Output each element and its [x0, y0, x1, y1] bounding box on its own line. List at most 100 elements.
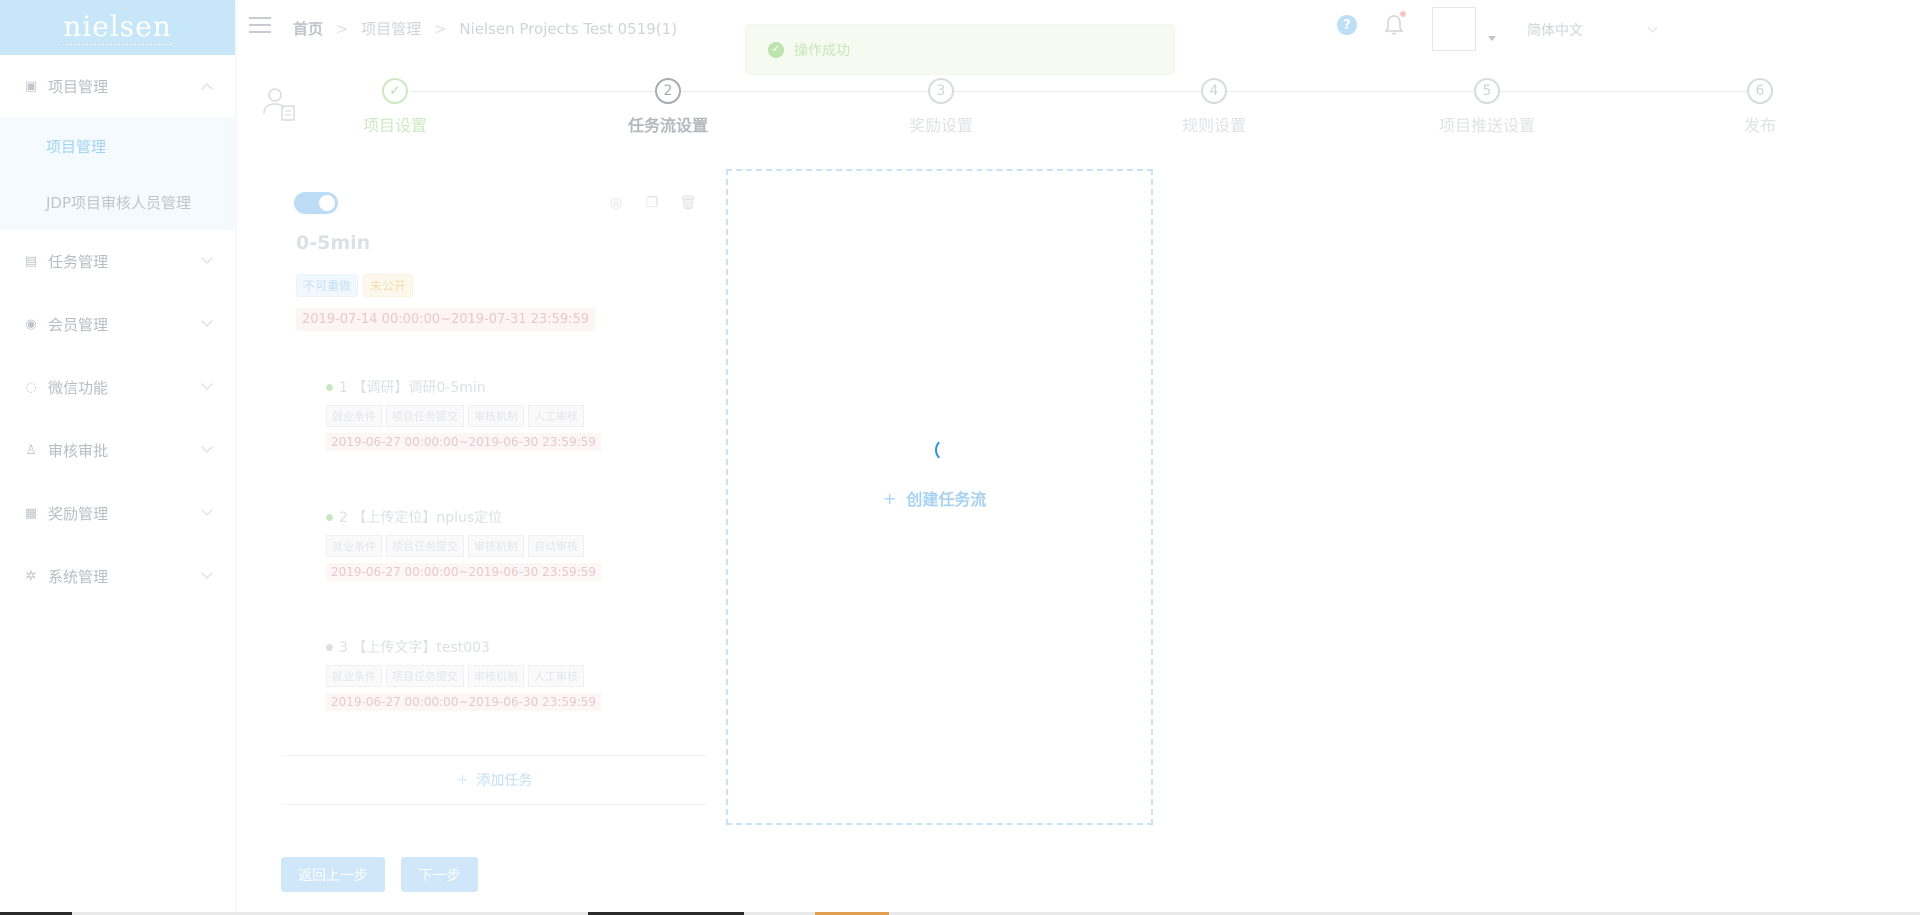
menu-rewards[interactable]: ▦ 奖励管理 — [0, 482, 235, 545]
step-rule-settings[interactable]: 4 规则设置 — [1134, 78, 1294, 136]
create-task-flow-label[interactable]: + 创建任务流 — [883, 486, 986, 510]
chevron-down-icon — [201, 567, 213, 579]
task-chip: 就业条件 — [326, 405, 382, 427]
menu-member-management[interactable]: ◉ 会员管理 — [0, 293, 235, 356]
toast-message: 操作成功 — [794, 42, 850, 59]
step-label: 规则设置 — [1181, 116, 1246, 135]
gear-icon: ✲ — [25, 569, 37, 584]
breadcrumb-project-management[interactable]: 项目管理 — [361, 20, 421, 38]
plus-icon: + — [456, 772, 469, 788]
nielsen-logo[interactable]: nielsen — [0, 0, 235, 55]
avatar[interactable] — [1432, 7, 1476, 51]
breadcrumb: 首页 > 项目管理 > Nielsen Projects Test 0519(1… — [293, 20, 678, 38]
plus-icon: + — [883, 488, 897, 508]
menu-review[interactable]: ♙ 审核审批 — [0, 419, 235, 482]
menu-group-project: ▣ 项目管理 项目管理 JDP项目审核人员管理 — [0, 55, 235, 230]
step-publish[interactable]: 6 发布 — [1680, 78, 1840, 136]
task-item[interactable]: 3 【上传文字】test003 就业条件 项目任务提交 审核机制 人工审核 20… — [326, 637, 676, 711]
task-chip: 就业条件 — [326, 665, 382, 687]
submenu-project: 项目管理 JDP项目审核人员管理 — [0, 118, 235, 230]
menu-system[interactable]: ✲ 系统管理 — [0, 545, 235, 608]
step-label: 发布 — [1743, 116, 1776, 135]
task-chip: 审核机制 — [468, 405, 524, 427]
notification-dot — [1400, 11, 1406, 17]
caret-down-icon[interactable] — [1488, 36, 1496, 41]
help-icon[interactable]: ? — [1337, 15, 1357, 35]
language-select[interactable]: 简体中文 — [1527, 20, 1583, 40]
step-push-settings[interactable]: 5 项目推送设置 — [1407, 78, 1567, 136]
sidebar-item-jdp-reviewers[interactable]: JDP项目审核人员管理 — [0, 174, 235, 230]
step-number: 2 — [655, 78, 681, 104]
breadcrumb-home[interactable]: 首页 — [293, 20, 323, 38]
step-label: 奖励设置 — [908, 116, 973, 135]
step-reward-settings[interactable]: 3 奖励设置 — [861, 78, 1021, 136]
step-label: 项目推送设置 — [1438, 116, 1535, 135]
flow-enable-toggle[interactable] — [294, 192, 338, 214]
task-chip: 项目任务提交 — [386, 535, 464, 557]
task-title: 2 【上传定位】nplus定位 — [339, 510, 503, 526]
add-task-button[interactable]: + 添加任务 — [282, 755, 707, 805]
project-steps-icon — [263, 88, 295, 121]
chevron-up-icon — [201, 83, 213, 95]
status-dot — [326, 383, 333, 391]
step-label: 项目设置 — [362, 116, 427, 135]
flow-tags: 不可重做 未公开 — [296, 274, 414, 297]
menu-wechat[interactable]: ◌ 微信功能 — [0, 356, 235, 419]
steps-bar: ✓ 项目设置 2 任务流设置 3 奖励设置 4 规则设置 5 项目推送设置 6 … — [300, 78, 1890, 138]
check-icon: ✓ — [382, 78, 408, 104]
task-chip: 项目任务提交 — [386, 665, 464, 687]
gift-icon: ▦ — [24, 506, 38, 521]
hamburger-menu-icon[interactable] — [249, 17, 271, 35]
chevron-down-icon — [201, 441, 213, 453]
back-button[interactable]: 返回上一步 — [281, 857, 385, 892]
next-button[interactable]: 下一步 — [401, 857, 478, 892]
wechat-icon: ◌ — [25, 380, 37, 395]
task-date: 2019-06-27 00:00:00~2019-06-30 23:59:59 — [326, 433, 601, 451]
task-chip: 人工审核 — [528, 665, 584, 687]
task-chip: 人工审核 — [528, 405, 584, 427]
chevron-down-icon — [201, 252, 213, 264]
status-dot — [326, 513, 333, 521]
task-date: 2019-06-27 00:00:00~2019-06-30 23:59:59 — [326, 563, 601, 581]
task-chip: 审核机制 — [468, 665, 524, 687]
delete-icon[interactable]: 🗑 — [679, 194, 697, 212]
menu-task-management[interactable]: ▤ 任务管理 — [0, 230, 235, 293]
card-toolbar: ◎ ❐ 🗑 — [607, 194, 697, 212]
task-item[interactable]: 2 【上传定位】nplus定位 就业条件 项目任务提交 审核机制 自动审核 20… — [326, 507, 676, 581]
view-icon[interactable]: ◎ — [607, 194, 625, 212]
task-item[interactable]: 1 【调研】调研0-5min 就业条件 项目任务提交 审核机制 人工审核 201… — [326, 377, 676, 451]
tag-not-redoable: 不可重做 — [296, 274, 359, 297]
copy-icon[interactable]: ❐ — [643, 194, 661, 212]
chevron-down-icon — [201, 504, 213, 516]
menu-project-management[interactable]: ▣ 项目管理 — [0, 55, 235, 118]
calendar-icon: ▤ — [24, 254, 38, 269]
step-label: 任务流设置 — [627, 116, 708, 135]
task-title: 3 【上传文字】test003 — [339, 640, 490, 656]
task-chip: 审核机制 — [468, 535, 524, 557]
task-chip: 项目任务提交 — [386, 405, 464, 427]
sidebar-item-project-management[interactable]: 项目管理 — [0, 118, 235, 174]
location-icon: ◉ — [25, 317, 37, 332]
task-chip: 就业条件 — [326, 535, 382, 557]
flow-date-range: 2019-07-14 00:00:00~2019-07-31 23:59:59 — [296, 308, 596, 331]
flow-title: 0-5min — [296, 232, 371, 254]
status-dot — [326, 643, 333, 651]
task-chip: 自动审核 — [528, 535, 584, 557]
breadcrumb-current: Nielsen Projects Test 0519(1) — [459, 20, 678, 38]
success-toast: ✓ 操作成功 — [745, 24, 1175, 75]
tag-not-public: 未公开 — [363, 274, 414, 297]
chevron-down-icon — [201, 378, 213, 390]
step-number: 5 — [1474, 78, 1500, 104]
chevron-down-icon — [201, 315, 213, 327]
step-number: 4 — [1201, 78, 1227, 104]
step-number: 3 — [928, 78, 954, 104]
folder-icon: ▣ — [24, 79, 38, 94]
sidebar: nielsen ▣ 项目管理 项目管理 JDP项目审核人员管理 ▤ 任务管理 ◉… — [0, 0, 235, 915]
step-task-flow-settings[interactable]: 2 任务流设置 — [588, 78, 748, 136]
loading-spinner-icon — [935, 438, 959, 462]
step-number: 6 — [1747, 78, 1773, 104]
task-title: 1 【调研】调研0-5min — [339, 380, 486, 396]
check-circle-icon: ✓ — [768, 41, 784, 58]
step-project-settings[interactable]: ✓ 项目设置 — [315, 78, 475, 136]
task-flow-card: ◎ ❐ 🗑 0-5min 不可重做 未公开 2019-07-14 00:00:0… — [282, 180, 707, 805]
